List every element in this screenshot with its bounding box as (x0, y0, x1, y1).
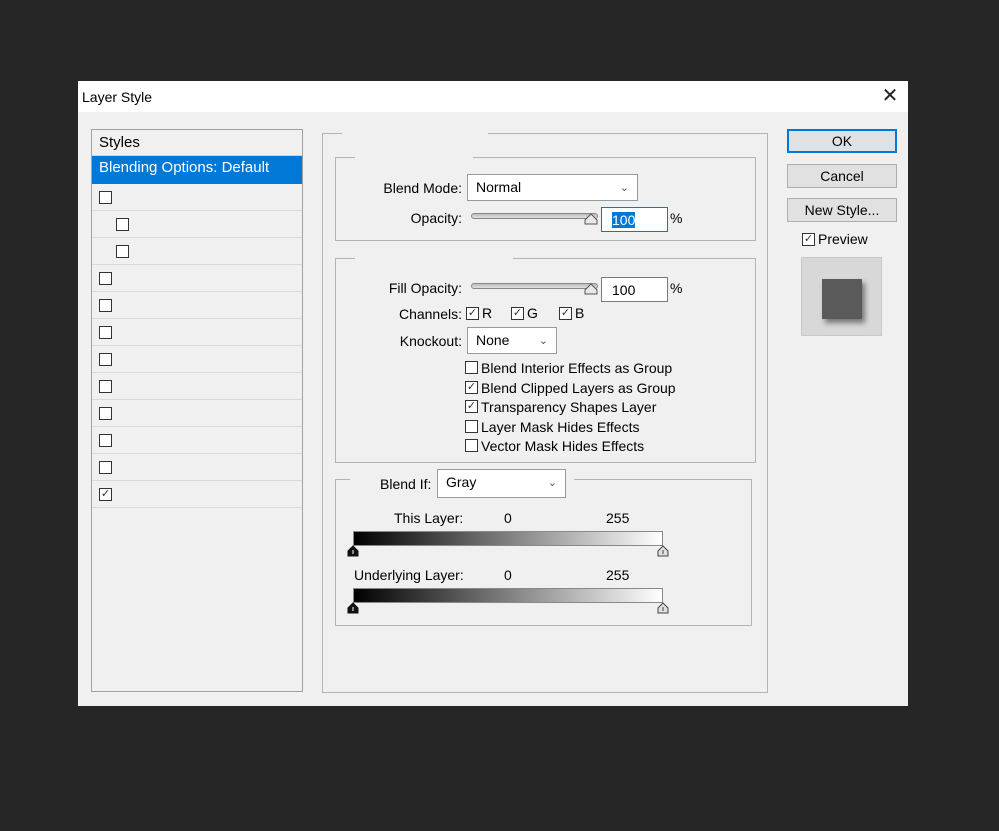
underlying-layer-label: Underlying Layer: (354, 567, 464, 583)
option-checkbox[interactable]: ✓ (465, 380, 478, 394)
this-layer-label: This Layer: (394, 510, 464, 526)
blend-mode-label: Blend Mode: (383, 180, 462, 196)
ok-button[interactable]: OK (787, 129, 897, 153)
check-icon: ✓ (466, 400, 477, 412)
blend-if-label: Blend If: (380, 476, 432, 492)
opacity-percent: % (670, 210, 683, 226)
style-item[interactable] (92, 346, 302, 373)
title-bar: Layer Style ✕ (78, 81, 908, 112)
channel-g-label[interactable]: G (527, 305, 538, 321)
layer-style-dialog: Layer Style ✕ Styles Blending Options: D… (78, 81, 908, 706)
blend-mode-select[interactable]: Normal ⌄ (467, 174, 638, 201)
channel-r-label[interactable]: R (482, 305, 492, 321)
option-checkbox[interactable] (465, 361, 478, 374)
check-icon: ✓ (803, 233, 814, 245)
chevron-down-icon: ⌄ (538, 335, 548, 347)
fill-opacity-slider-thumb-icon[interactable] (584, 283, 598, 295)
fill-opacity-input[interactable]: 100 (601, 277, 668, 302)
channel-b-label[interactable]: B (575, 305, 584, 321)
check-icon: ✓ (467, 307, 478, 319)
style-item-checkbox[interactable] (99, 299, 112, 312)
check-icon: ✓ (560, 307, 571, 319)
underlying-black-slider-icon[interactable] (347, 602, 359, 614)
opacity-slider-thumb-icon[interactable] (584, 213, 598, 225)
channel-r-checkbox[interactable]: ✓ (466, 307, 479, 320)
style-item[interactable] (92, 400, 302, 427)
style-item-blending-options[interactable]: Blending Options: Default (92, 156, 302, 184)
option-checkbox[interactable] (465, 439, 478, 452)
underlying-layer-gradient (353, 588, 663, 603)
style-item[interactable] (92, 373, 302, 400)
fill-opacity-percent: % (670, 280, 683, 296)
blend-mode-value: Normal (476, 179, 522, 195)
style-item-checkbox[interactable] (99, 191, 112, 204)
style-item-checkbox[interactable]: ✓ (99, 488, 112, 501)
styles-header[interactable]: Styles (92, 130, 302, 156)
channels-label: Channels: (398, 306, 462, 322)
opacity-value: 100 (612, 212, 636, 228)
style-item-checkbox[interactable] (99, 461, 112, 474)
this-layer-white-slider-icon[interactable] (657, 545, 669, 557)
check-icon: ✓ (512, 307, 523, 319)
fill-opacity-label: Fill Opacity: (388, 280, 462, 296)
knockout-label: Knockout: (399, 333, 462, 349)
blend-if-select[interactable]: Gray ⌄ (437, 469, 566, 498)
option-label[interactable]: Blend Interior Effects as Group (481, 360, 672, 376)
style-item-checkbox[interactable] (99, 407, 112, 420)
style-item-checkbox[interactable] (99, 353, 112, 366)
channel-g-checkbox[interactable]: ✓ (511, 307, 524, 320)
style-item[interactable] (92, 184, 302, 211)
option-checkbox[interactable] (465, 419, 478, 433)
style-item[interactable] (92, 319, 302, 346)
style-item-checkbox[interactable] (99, 326, 112, 339)
style-preview (801, 257, 882, 336)
style-item-checkbox[interactable] (116, 245, 129, 258)
styles-list: Styles Blending Options: Default ✓ (91, 129, 303, 692)
new-style-button[interactable]: New Style... (787, 198, 897, 222)
style-item[interactable] (92, 454, 302, 481)
underlying-layer-min: 0 (504, 567, 512, 583)
knockout-value: None (476, 332, 510, 348)
this-layer-gradient (353, 531, 663, 546)
check-icon: ✓ (466, 380, 477, 393)
style-item-checkbox[interactable] (116, 218, 129, 231)
fill-opacity-slider[interactable] (471, 283, 598, 289)
window-title: Layer Style (82, 89, 153, 105)
preview-checkbox[interactable]: ✓ (802, 233, 815, 246)
opacity-input[interactable]: 100 (601, 207, 668, 232)
style-item[interactable] (92, 427, 302, 454)
option-label[interactable]: Blend Clipped Layers as Group (481, 380, 676, 396)
blend-if-group (335, 479, 752, 626)
option-label[interactable]: Layer Mask Hides Effects (481, 419, 639, 435)
fill-opacity-value: 100 (612, 282, 636, 298)
underlying-white-slider-icon[interactable] (657, 602, 669, 614)
close-icon[interactable]: ✕ (878, 85, 902, 107)
option-label[interactable]: Vector Mask Hides Effects (481, 438, 644, 454)
option-label[interactable]: Transparency Shapes Layer (481, 399, 656, 415)
style-item[interactable]: ✓ (92, 481, 302, 508)
underlying-layer-max: 255 (606, 567, 630, 583)
style-item[interactable] (92, 211, 302, 238)
knockout-select[interactable]: None ⌄ (467, 327, 557, 354)
blend-if-value: Gray (446, 474, 477, 490)
style-item[interactable] (92, 238, 302, 265)
this-layer-max: 255 (606, 510, 630, 526)
check-icon: ✓ (100, 488, 111, 500)
option-checkbox[interactable]: ✓ (465, 400, 478, 413)
style-item-checkbox[interactable] (99, 434, 112, 447)
this-layer-black-slider-icon[interactable] (347, 545, 359, 557)
cancel-button[interactable]: Cancel (787, 164, 897, 188)
opacity-label: Opacity: (410, 210, 462, 226)
style-item-checkbox[interactable] (99, 380, 112, 393)
preview-label[interactable]: Preview (818, 231, 868, 247)
opacity-slider[interactable] (471, 213, 598, 219)
preview-swatch (822, 279, 862, 319)
style-item-checkbox[interactable] (99, 272, 112, 285)
chevron-down-icon: ⌄ (619, 182, 629, 194)
this-layer-min: 0 (504, 510, 512, 526)
channel-b-checkbox[interactable]: ✓ (559, 307, 572, 320)
chevron-down-icon: ⌄ (547, 477, 557, 489)
style-item[interactable] (92, 292, 302, 319)
style-item[interactable] (92, 265, 302, 292)
